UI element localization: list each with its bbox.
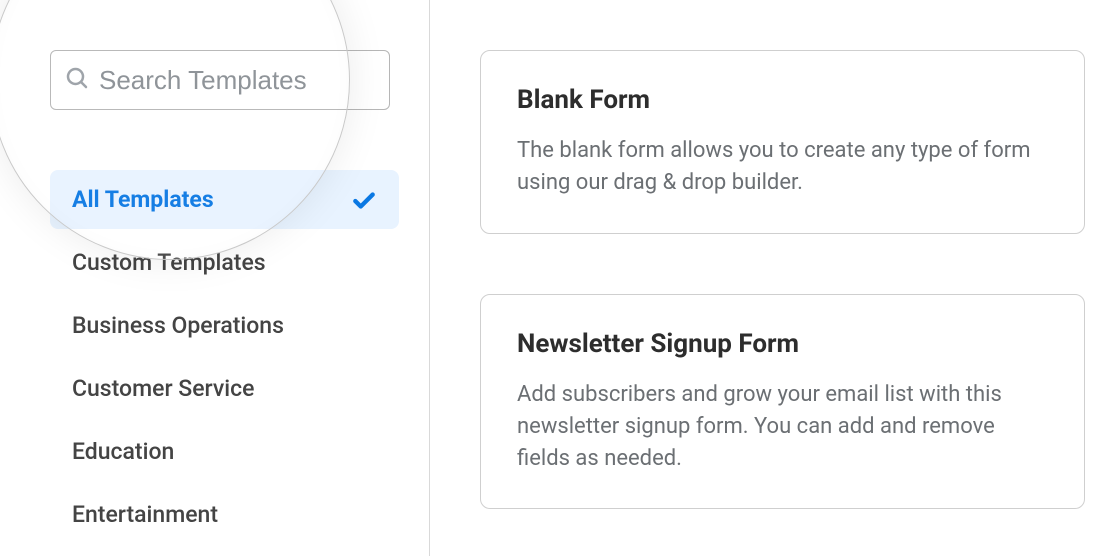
- category-label: All Templates: [72, 186, 214, 213]
- category-label: Business Operations: [72, 312, 284, 339]
- search-icon: [65, 66, 89, 94]
- template-title: Newsletter Signup Form: [517, 329, 1048, 359]
- category-customer-service[interactable]: Customer Service: [50, 359, 399, 418]
- template-card-newsletter-signup[interactable]: Newsletter Signup Form Add subscribers a…: [480, 294, 1085, 510]
- category-entertainment[interactable]: Entertainment: [50, 485, 399, 544]
- sidebar: All Templates Custom Templates Business …: [0, 0, 430, 556]
- category-business-operations[interactable]: Business Operations: [50, 296, 399, 355]
- check-icon: [351, 187, 377, 213]
- search-input[interactable]: [99, 65, 375, 96]
- template-description: The blank form allows you to create any …: [517, 135, 1048, 199]
- template-description: Add subscribers and grow your email list…: [517, 379, 1048, 475]
- category-label: Customer Service: [72, 375, 254, 402]
- category-all-templates[interactable]: All Templates: [50, 170, 399, 229]
- category-label: Education: [72, 438, 174, 465]
- category-custom-templates[interactable]: Custom Templates: [50, 233, 399, 292]
- template-list: Blank Form The blank form allows you to …: [430, 0, 1116, 556]
- search-container: [50, 50, 399, 110]
- category-label: Entertainment: [72, 501, 218, 528]
- category-education[interactable]: Education: [50, 422, 399, 481]
- search-box[interactable]: [50, 50, 390, 110]
- category-list: All Templates Custom Templates Business …: [50, 170, 399, 544]
- category-label: Custom Templates: [72, 249, 266, 276]
- template-card-blank-form[interactable]: Blank Form The blank form allows you to …: [480, 50, 1085, 234]
- app-layout: All Templates Custom Templates Business …: [0, 0, 1116, 556]
- template-title: Blank Form: [517, 85, 1048, 115]
